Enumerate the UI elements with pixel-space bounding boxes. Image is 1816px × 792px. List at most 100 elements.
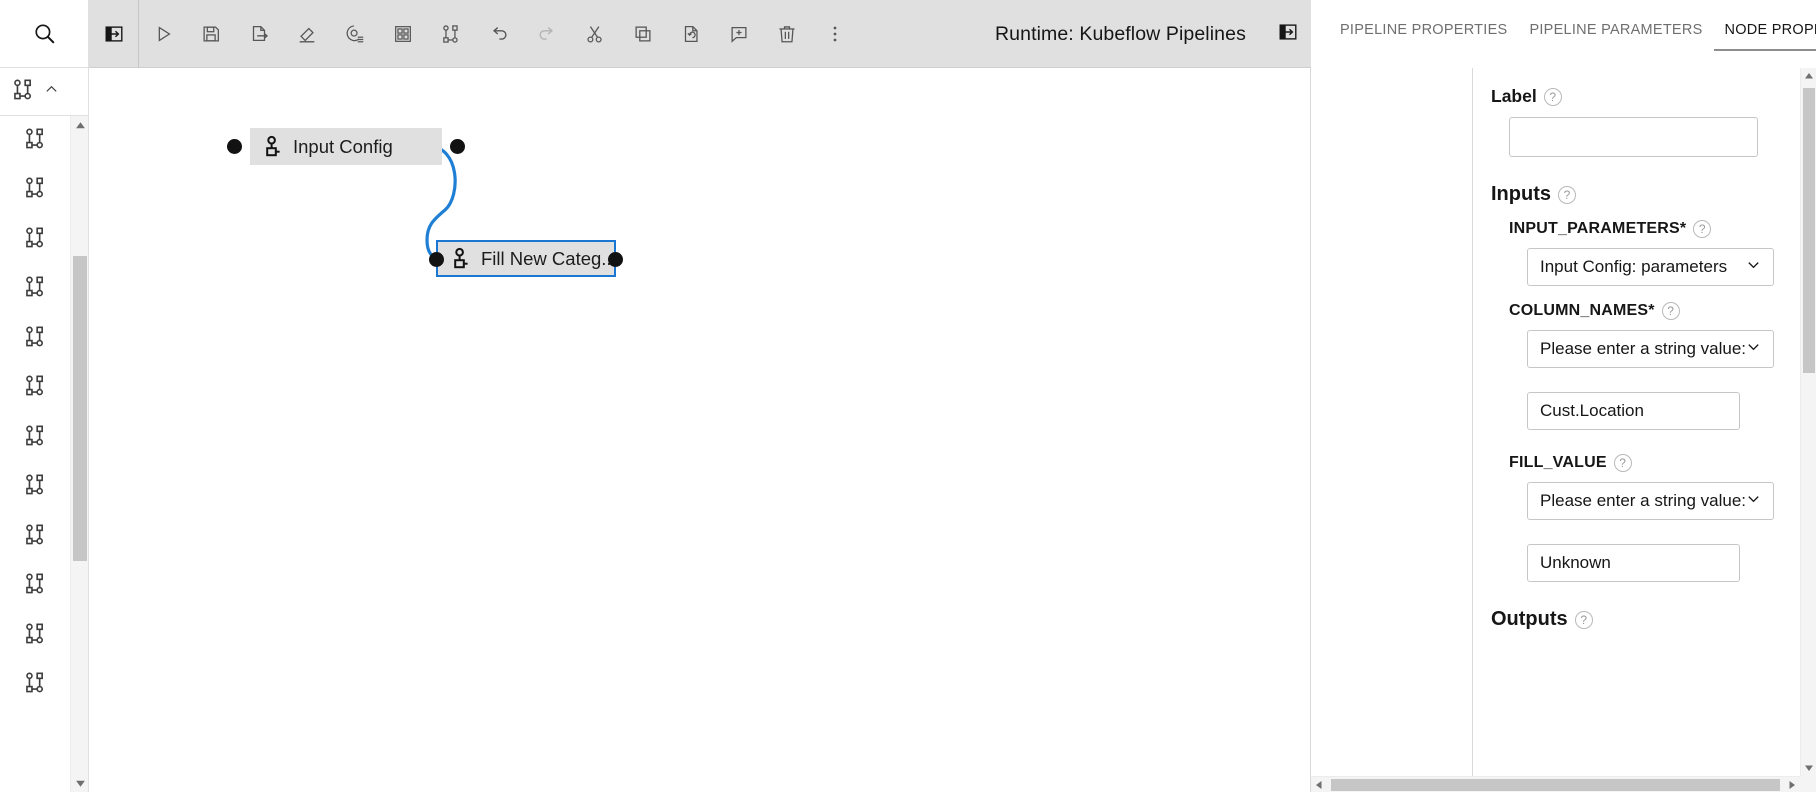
component-node-icon [23,670,48,700]
canvas-node-label: Fill New Categ... [481,247,617,269]
delete-button[interactable] [763,0,811,68]
palette-item[interactable] [0,512,70,562]
chevron-down-icon [1746,491,1761,511]
palette-item[interactable] [0,215,70,265]
palette-item[interactable] [0,611,70,661]
undo-button[interactable] [475,0,523,68]
fill-value-select-value: Please enter a string value: [1540,491,1747,510]
column-names-input[interactable]: Cust.Location [1527,392,1740,430]
help-icon[interactable]: ? [1543,87,1562,106]
palette-item[interactable] [0,116,70,166]
delete-icon [776,23,798,45]
help-icon[interactable]: ? [1613,454,1632,472]
run-button[interactable] [139,0,187,68]
overflow-menu-icon [824,23,846,45]
fill-value-input[interactable]: Unknown [1527,544,1740,582]
node-properties-panel: Label ? Inputs ? INPUT_PARAMETERS* ? Inp… [1311,68,1816,792]
help-icon[interactable]: ? [1693,220,1712,238]
column-names-select-value: Please enter a string value: [1540,339,1747,358]
paste-button[interactable] [667,0,715,68]
canvas-node-fill-new-category[interactable]: Fill New Categ... [429,240,623,277]
help-icon[interactable]: ? [1574,610,1593,629]
canvas-node-input-config[interactable]: Input Config [227,128,465,165]
copy-button[interactable] [619,0,667,68]
node-output-port[interactable] [450,139,465,154]
label-input[interactable] [1509,117,1758,157]
palette-scroll-thumb[interactable] [73,256,87,561]
pipeline-canvas[interactable]: Input Config Fill New Categ... [89,68,1311,792]
palette-item[interactable] [0,413,70,463]
runtime-images-button[interactable] [379,0,427,68]
palette-item[interactable] [0,463,70,513]
properties-vertical-scroll-thumb[interactable] [1803,88,1815,373]
fill-value-select[interactable]: Please enter a string value: [1527,482,1774,520]
node-input-port[interactable] [227,139,242,154]
help-icon[interactable]: ? [1558,185,1576,204]
cut-button[interactable] [571,0,619,68]
copy-icon [632,23,654,45]
field-label-label: Label ? [1491,86,1814,107]
add-comment-icon [728,23,750,45]
component-node-icon [23,522,48,552]
export-icon [248,23,270,45]
component-group-icon [11,77,36,107]
collapse-right-panel-button[interactable] [1277,0,1299,68]
help-icon[interactable]: ? [1661,302,1680,320]
palette-item[interactable] [0,265,70,315]
clear-button[interactable] [283,0,331,68]
palette-item[interactable] [0,661,70,711]
component-node-icon [23,324,48,354]
save-button[interactable] [187,0,235,68]
open-panel-icon [103,23,125,45]
tab-pipeline-parameters[interactable]: PIPELINE PARAMETERS [1518,0,1713,51]
component-catalogs-button[interactable] [427,0,475,68]
properties-horizontal-scroll-track[interactable] [1327,777,1784,792]
properties-horizontal-scroll-thumb[interactable] [1331,778,1780,791]
palette-scroll-up-button[interactable] [71,116,88,134]
component-node-icon [23,472,48,502]
open-panel-button[interactable] [89,0,139,68]
properties-horizontal-scrollbar[interactable] [1311,776,1800,792]
field-fill-value-label: FILL_VALUE ? [1509,454,1814,472]
component-catalogs-icon [440,23,462,45]
palette-scrollbar[interactable] [70,116,88,792]
palette-item[interactable] [0,314,70,364]
runtime-images-icon [392,23,414,45]
field-input-parameters-label: INPUT_PARAMETERS* ? [1509,220,1814,238]
properties-scroll-down-button[interactable] [1801,760,1816,776]
pipeline-component-icon [451,247,471,271]
canvas-surface[interactable]: Input Config Fill New Categ... [89,68,1310,792]
palette-category-header[interactable] [0,68,88,116]
field-input-parameters-text: INPUT_PARAMETERS* [1509,220,1687,237]
export-button[interactable] [235,0,283,68]
palette-item[interactable] [0,166,70,216]
redo-button[interactable] [523,0,571,68]
runtime-config-button[interactable] [331,0,379,68]
overflow-menu-button[interactable] [811,0,859,68]
top-strip: Runtime: Kubeflow Pipelines PIPELINE PRO… [0,0,1816,68]
palette-item[interactable] [0,364,70,414]
node-output-port[interactable] [608,252,623,267]
tab-pipeline-properties[interactable]: PIPELINE PROPERTIES [1329,0,1518,51]
properties-vertical-scrollbar[interactable] [1800,68,1816,776]
component-node-icon [23,423,48,453]
add-comment-button[interactable] [715,0,763,68]
properties-scroll-left-button[interactable] [1311,777,1327,792]
palette-item[interactable] [0,562,70,612]
palette-scroll-down-button[interactable] [71,774,88,792]
component-node-icon [23,571,48,601]
tab-node-properties[interactable]: NODE PROPERTIES [1713,0,1816,51]
input-parameters-select[interactable]: Input Config: parameters [1527,248,1774,286]
runtime-label: Runtime: Kubeflow Pipelines [995,23,1246,45]
elyra-pipeline-editor: Runtime: Kubeflow Pipelines PIPELINE PRO… [0,0,1816,792]
collapse-right-panel-icon [1277,21,1299,48]
column-names-select[interactable]: Please enter a string value: [1527,330,1774,368]
palette-search-button[interactable] [0,0,89,68]
component-node-icon [23,274,48,304]
field-column-names-label: COLUMN_NAMES* ? [1509,302,1814,320]
properties-scroll-right-button[interactable] [1784,777,1800,792]
properties-form-inner: Label ? Inputs ? INPUT_PARAMETERS* ? Inp… [1473,86,1816,631]
undo-icon [488,23,510,45]
node-input-port[interactable] [429,252,444,267]
properties-scroll-up-button[interactable] [1801,68,1816,84]
